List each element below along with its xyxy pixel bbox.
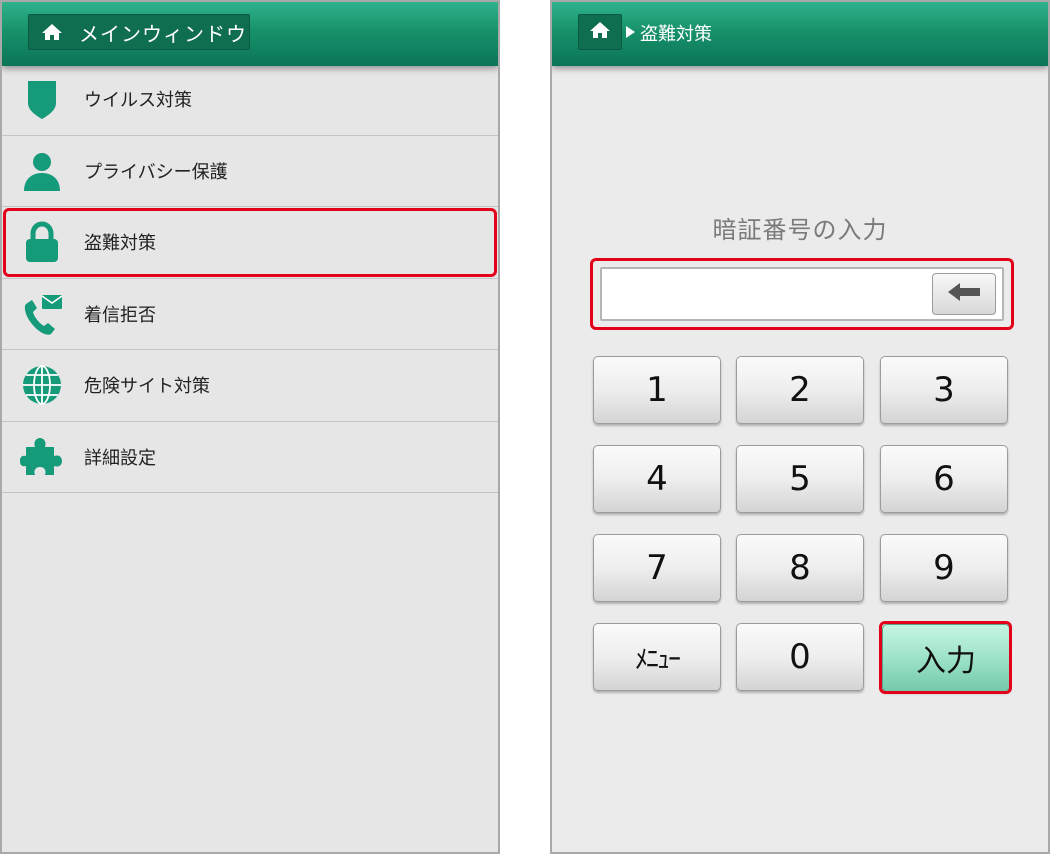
key-4[interactable]: 4: [593, 445, 721, 513]
key-7[interactable]: 7: [593, 534, 721, 602]
main-window-panel: メインウィンドウ ウイルス対策 プライバシー保護 盗難対策 着信拒否 危険サイト…: [0, 0, 500, 854]
menu-item-label: 危険サイト対策: [84, 376, 210, 398]
puzzle-icon: [20, 435, 64, 479]
globe-icon: [20, 363, 64, 407]
home-button[interactable]: [578, 14, 622, 50]
menu-key[interactable]: ﾒﾆｭｰ: [593, 623, 721, 691]
home-icon: [37, 22, 67, 42]
anti-theft-panel: 盗難対策 暗証番号の入力 1 2 3 4 5 6 7 8 9 ﾒﾆｭｰ 0 入力: [550, 0, 1050, 854]
person-icon: [20, 149, 64, 193]
menu-item-label: ウイルス対策: [84, 90, 192, 112]
menu-item-label: 盗難対策: [84, 233, 156, 255]
main-menu: ウイルス対策 プライバシー保護 盗難対策 着信拒否 危険サイト対策 詳細設定: [2, 64, 498, 493]
key-2[interactable]: 2: [736, 356, 864, 424]
menu-item-call-block[interactable]: 着信拒否: [2, 279, 498, 350]
header-title: メインウィンドウ: [79, 21, 247, 46]
menu-item-virus[interactable]: ウイルス対策: [2, 64, 498, 136]
key-3[interactable]: 3: [880, 356, 1008, 424]
home-icon: [585, 20, 615, 44]
home-tab[interactable]: メインウィンドウ: [28, 14, 250, 50]
lock-icon: [20, 220, 64, 264]
menu-item-advanced-settings[interactable]: 詳細設定: [2, 422, 498, 493]
key-1[interactable]: 1: [593, 356, 721, 424]
menu-item-anti-theft[interactable]: 盗難対策: [2, 207, 498, 279]
key-9[interactable]: 9: [880, 534, 1008, 602]
header-bar: 盗難対策: [552, 2, 1048, 66]
phone-mail-icon: [20, 292, 64, 336]
backspace-button[interactable]: [932, 273, 996, 315]
key-6[interactable]: 6: [880, 445, 1008, 513]
enter-button-highlight: [879, 621, 1012, 694]
key-0[interactable]: 0: [736, 623, 864, 691]
pin-input-highlight: [590, 258, 1014, 330]
breadcrumb: 盗難対策: [640, 24, 712, 45]
menu-item-dangerous-sites[interactable]: 危険サイト対策: [2, 350, 498, 422]
backspace-arrow-icon: [946, 282, 982, 306]
shield-icon: [20, 77, 64, 121]
menu-item-label: 詳細設定: [84, 447, 156, 469]
pin-title: 暗証番号の入力: [712, 216, 888, 244]
key-8[interactable]: 8: [736, 534, 864, 602]
key-5[interactable]: 5: [736, 445, 864, 513]
menu-item-label: 着信拒否: [84, 304, 156, 326]
menu-item-privacy[interactable]: プライバシー保護: [2, 136, 498, 207]
breadcrumb-arrow-icon: [626, 26, 635, 38]
menu-item-label: プライバシー保護: [84, 161, 228, 183]
header-bar: メインウィンドウ: [2, 2, 498, 66]
